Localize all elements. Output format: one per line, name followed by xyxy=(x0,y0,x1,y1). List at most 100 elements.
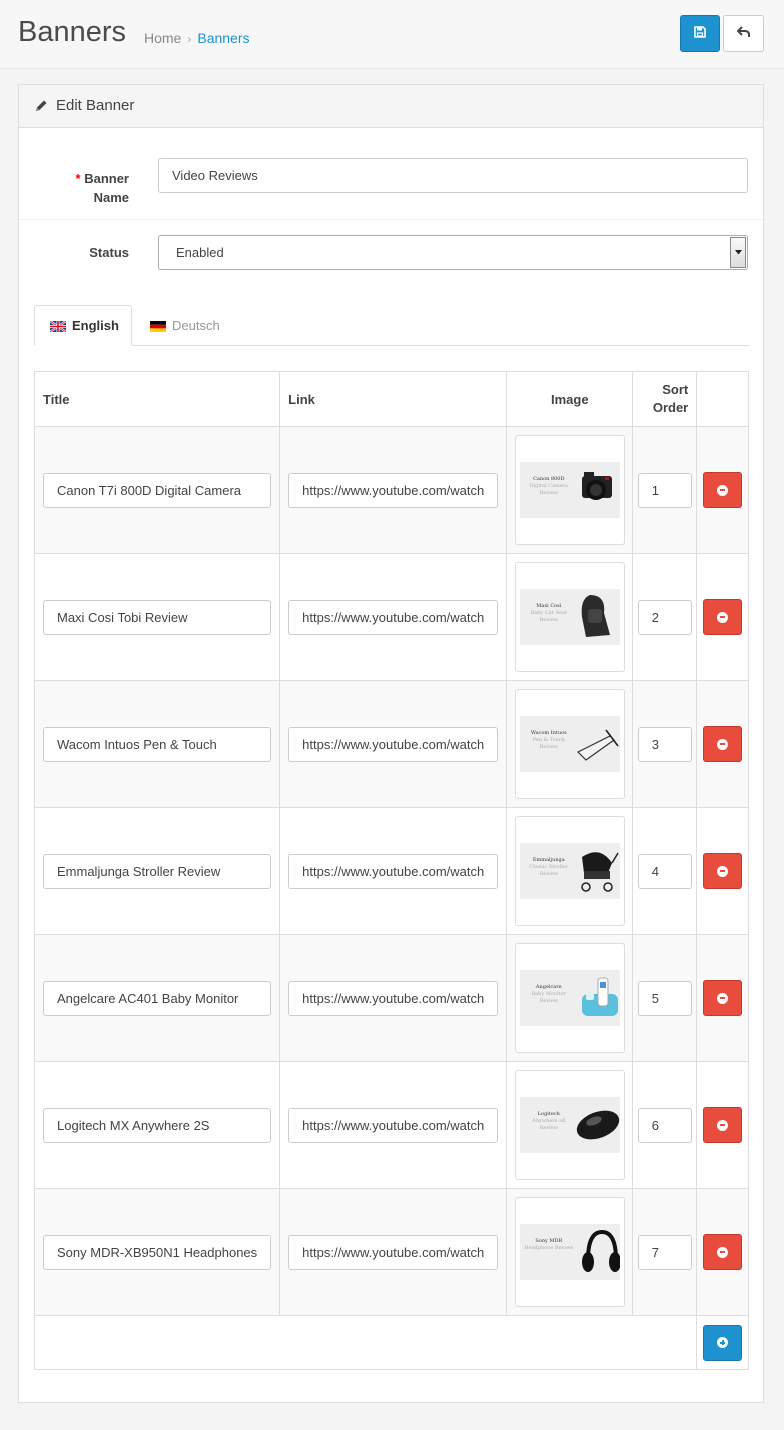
banner-image-subtitle: Digital Camera Review xyxy=(529,483,569,496)
link-input[interactable]: https://www.youtube.com/watch xyxy=(288,980,499,1016)
minus-circle-icon xyxy=(717,1119,729,1131)
sort-cell: 1 xyxy=(632,426,698,554)
action-cell xyxy=(696,553,749,681)
remove-row-button[interactable] xyxy=(703,1234,743,1270)
image-thumbnail[interactable]: Emmaljunga Classic Stroller Review xyxy=(514,816,625,926)
image-thumbnail[interactable]: Sony MDR Headphone Review xyxy=(514,1197,625,1307)
banner-image-caption: Wacom Intuos Pen & Touch Review xyxy=(524,730,574,751)
sort-order-input[interactable]: 7 xyxy=(637,1234,692,1270)
remove-row-button[interactable] xyxy=(703,980,743,1016)
status-select-value: Enabled xyxy=(176,245,224,260)
remove-row-button[interactable] xyxy=(703,599,743,635)
remove-row-button[interactable] xyxy=(703,1107,743,1143)
table-row: Angelcare AC401 Baby Monitor https://www.… xyxy=(33,934,749,1062)
remove-row-button[interactable] xyxy=(703,853,743,889)
banner-image: Logitech Anywhere all Review xyxy=(519,1097,620,1153)
banner-name-label: * Banner Name xyxy=(75,171,129,205)
link-cell: https://www.youtube.com/watch xyxy=(279,1061,508,1189)
table-footer-action xyxy=(696,1315,749,1370)
remove-row-button[interactable] xyxy=(703,472,743,508)
banner-image: Wacom Intuos Pen & Touch Review xyxy=(519,716,620,772)
banner-image-title: Angelcare xyxy=(535,984,562,990)
table-footer-spacer xyxy=(33,1315,698,1370)
image-cell: Sony MDR Headphone Review xyxy=(506,1188,634,1316)
title-input[interactable]: Wacom Intuos Pen & Touch xyxy=(43,726,272,762)
title-cell: Maxi Cosi Tobi Review xyxy=(33,553,281,681)
image-thumbnail[interactable]: Maxi Cosi Baby Car Seat Review xyxy=(514,562,625,672)
flag-de-icon xyxy=(150,320,166,332)
sort-order-input[interactable]: 1 xyxy=(637,472,692,508)
image-thumbnail[interactable]: Angelcare Baby Monitor Review xyxy=(514,943,625,1053)
save-button[interactable] xyxy=(680,15,720,52)
back-button[interactable] xyxy=(723,15,764,52)
title-input[interactable]: Canon T7i 800D Digital Camera xyxy=(43,472,272,508)
add-banner-image-button[interactable] xyxy=(703,1324,743,1361)
link-cell: https://www.youtube.com/watch xyxy=(279,807,508,935)
link-cell: https://www.youtube.com/watch xyxy=(279,934,508,1062)
sort-cell: 5 xyxy=(632,934,698,1062)
banner-image: Canon 800D Digital Camera Review xyxy=(519,462,620,518)
link-cell: https://www.youtube.com/watch xyxy=(279,1188,508,1316)
banner-name-input[interactable]: Video Reviews xyxy=(158,158,748,193)
banner-images-table: Title Link Image Sort Order Canon T7i 80… xyxy=(33,371,749,1370)
image-cell: Canon 800D Digital Camera Review xyxy=(506,426,634,554)
sort-order-input[interactable]: 5 xyxy=(637,980,692,1016)
reply-arrow-icon xyxy=(736,25,751,42)
remove-row-button[interactable] xyxy=(703,726,743,762)
product-image xyxy=(581,1229,620,1272)
title-input[interactable]: Emmaljunga Stroller Review xyxy=(43,853,272,889)
image-thumbnail[interactable]: Wacom Intuos Pen & Touch Review xyxy=(514,689,625,799)
banner-image-title: Emmaljunga xyxy=(532,857,565,863)
table-row: Emmaljunga Stroller Review https://www.yo… xyxy=(33,807,749,935)
sort-order-input[interactable]: 3 xyxy=(637,726,692,762)
image-cell: Angelcare Baby Monitor Review xyxy=(506,934,634,1062)
banner-image: Angelcare Baby Monitor Review xyxy=(519,970,620,1026)
link-cell: https://www.youtube.com/watch xyxy=(279,553,508,681)
title-input[interactable]: Maxi Cosi Tobi Review xyxy=(43,599,272,635)
sort-cell: 7 xyxy=(632,1188,698,1316)
link-input[interactable]: https://www.youtube.com/watch xyxy=(288,472,499,508)
plus-circle-icon xyxy=(717,1337,729,1348)
banner-image-caption: Maxi Cosi Baby Car Seat Review xyxy=(524,603,574,624)
title-input[interactable]: Angelcare AC401 Baby Monitor xyxy=(43,980,272,1016)
column-header-image: Image xyxy=(506,371,634,427)
title-cell: Logitech MX Anywhere 2S xyxy=(33,1061,281,1189)
title-cell: Sony MDR-XB950N1 Headphones xyxy=(33,1188,281,1316)
sort-order-input[interactable]: 4 xyxy=(637,853,692,889)
banner-image-title: Canon 800D xyxy=(533,476,565,482)
tab-english[interactable]: English xyxy=(34,305,132,346)
column-header-action xyxy=(696,371,749,427)
link-input[interactable]: https://www.youtube.com/watch xyxy=(288,599,499,635)
banner-image-subtitle: Headphone Review xyxy=(524,1245,574,1251)
sort-order-input[interactable]: 6 xyxy=(637,1107,692,1143)
edit-banner-panel: Edit Banner * Banner Name Video Reviews … xyxy=(18,84,764,1403)
minus-circle-icon xyxy=(717,1246,729,1258)
tab-deutsch[interactable]: Deutsch xyxy=(135,305,235,346)
link-input[interactable]: https://www.youtube.com/watch xyxy=(288,1234,499,1270)
minus-circle-icon xyxy=(717,738,729,750)
title-input[interactable]: Sony MDR-XB950N1 Headphones xyxy=(43,1234,272,1270)
link-input[interactable]: https://www.youtube.com/watch xyxy=(288,726,499,762)
banner-image-caption: Canon 800D Digital Camera Review xyxy=(524,476,574,497)
breadcrumb-banners[interactable]: Banners xyxy=(197,30,249,46)
breadcrumb-home[interactable]: Home xyxy=(144,30,181,46)
title-input[interactable]: Logitech MX Anywhere 2S xyxy=(43,1107,272,1143)
image-thumbnail[interactable]: Canon 800D Digital Camera Review xyxy=(514,435,625,545)
chevron-down-icon xyxy=(730,237,746,268)
banner-image-caption: Sony MDR Headphone Review xyxy=(524,1238,574,1252)
breadcrumb-separator: › xyxy=(187,32,192,46)
language-tabs: English Deutsch xyxy=(34,305,749,346)
floppy-disk-icon xyxy=(694,25,706,42)
link-input[interactable]: https://www.youtube.com/watch xyxy=(288,853,499,889)
link-input[interactable]: https://www.youtube.com/watch xyxy=(288,1107,499,1143)
banner-image: Maxi Cosi Baby Car Seat Review xyxy=(519,589,620,645)
image-thumbnail[interactable]: Logitech Anywhere all Review xyxy=(514,1070,625,1180)
sort-cell: 6 xyxy=(632,1061,698,1189)
action-cell xyxy=(696,1061,749,1189)
table-row: Wacom Intuos Pen & Touch https://www.yout… xyxy=(33,680,749,808)
status-select[interactable]: Enabled xyxy=(158,235,748,270)
sort-order-input[interactable]: 2 xyxy=(637,599,692,635)
tab-deutsch-label: Deutsch xyxy=(172,318,220,333)
action-cell xyxy=(696,807,749,935)
panel-title: Edit Banner xyxy=(56,97,135,114)
